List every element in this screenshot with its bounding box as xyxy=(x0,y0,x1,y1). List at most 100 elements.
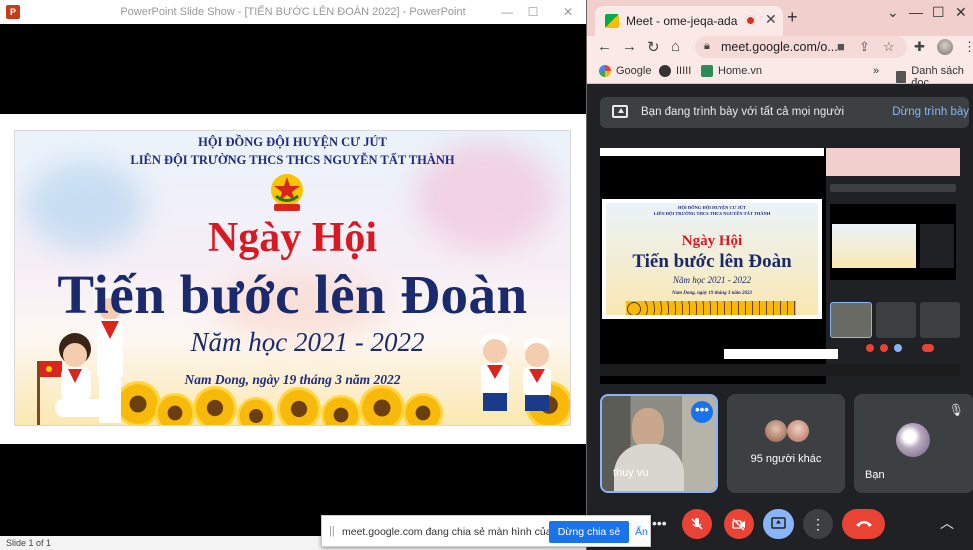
preview-share-notification xyxy=(724,349,838,359)
close-button[interactable]: ✕ xyxy=(548,0,588,24)
participant-tile-self[interactable]: 🎙︎ Bạn xyxy=(854,394,973,493)
more-options-button[interactable]: ⋮ xyxy=(803,509,833,539)
forward-arrow-icon[interactable]: → xyxy=(622,38,637,55)
preview-line-2: LIÊN ĐỘI TRƯỜNG THCS THCS NGUYỄN TẤT THÀ… xyxy=(653,211,771,216)
powerpoint-title-bar[interactable]: P PowerPoint Slide Show - [TIẾN BƯỚC LÊN… xyxy=(0,0,586,24)
globe-icon xyxy=(659,65,671,77)
bookmark-label: IIIII xyxy=(676,65,692,77)
bookmark-label: Danh sách đọc xyxy=(911,65,964,89)
preview-year: Năm học 2021 - 2022 xyxy=(673,275,751,285)
hide-notification-button[interactable]: Ẩn xyxy=(635,526,648,538)
desktop: P PowerPoint Slide Show - [TIẾN BƯỚC LÊN… xyxy=(0,0,973,550)
screen-share-preview: HỘI ĐỒNG ĐỘI HUYỆN CƯ JÚT LIÊN ĐỘI TRƯỜN… xyxy=(600,148,960,384)
home-icon[interactable]: ⌂ xyxy=(671,38,680,55)
preview-taskbar xyxy=(600,364,960,376)
slide-place-date: Nam Dong, ngày 19 tháng 3 năm 2022 xyxy=(184,372,401,387)
recording-indicator-icon xyxy=(745,15,756,26)
back-arrow-icon[interactable]: ← xyxy=(597,38,612,55)
mic-off-icon xyxy=(691,518,703,530)
preview-nested-slide xyxy=(832,224,916,268)
drag-handle-icon[interactable]: || xyxy=(329,525,335,537)
reading-list[interactable]: Danh sách đọc xyxy=(896,65,973,89)
tab-title: Meet - ome-jeqa-ada xyxy=(626,14,738,28)
mic-off-icon: 🎙︎ xyxy=(948,403,964,417)
tab-strip: Meet - ome-jeqa-ada ✕ + ⌄ — ☐ ✕ xyxy=(587,0,973,36)
bookmark-label: Home.vn xyxy=(718,65,763,77)
close-window-icon[interactable]: ✕ xyxy=(955,4,967,21)
preview-tile-2 xyxy=(876,302,916,338)
maximize-button[interactable]: ☐ xyxy=(513,0,553,24)
powerpoint-window: P PowerPoint Slide Show - [TIẾN BƯỚC LÊN… xyxy=(0,0,586,550)
slide-header-line-1: HỘI ĐỒNG ĐỘI HUYỆN CƯ JÚT xyxy=(198,135,387,149)
present-screen-icon xyxy=(771,517,786,529)
lock-icon: 🔒︎ xyxy=(704,40,710,52)
preview-present-button xyxy=(894,344,902,352)
sunflower-decoration xyxy=(277,387,321,425)
more-options-icon[interactable]: ••• xyxy=(691,401,713,423)
reload-icon[interactable]: ↻ xyxy=(647,38,660,56)
sunflower-decoration xyxy=(193,386,237,425)
meet-favicon-icon xyxy=(605,14,619,28)
bookmarks-overflow-button[interactable]: » xyxy=(873,65,879,77)
preview-cam-button xyxy=(880,344,888,352)
share-icon[interactable]: ⇪ xyxy=(859,39,870,55)
bookmarks-bar: Google IIIII Home.vn » Danh sách đọc xyxy=(587,58,973,89)
present-now-button[interactable] xyxy=(763,509,794,539)
preview-mic-button xyxy=(866,344,874,352)
pioneer-badge-icon xyxy=(271,174,303,211)
screen-sharing-notification: || meet.google.com đang chia sẻ màn hình… xyxy=(321,515,651,547)
stop-sharing-button[interactable]: Dừng chia sẻ xyxy=(549,521,629,543)
bookmark-star-icon[interactable]: ☆ xyxy=(883,39,895,55)
participant-tile-others[interactable]: 95 người khác xyxy=(727,394,845,493)
stop-presenting-button[interactable]: Dừng trình bày xyxy=(892,106,969,118)
bookmark-google[interactable]: Google xyxy=(599,65,651,77)
new-tab-button[interactable]: + xyxy=(787,7,798,28)
chrome-window: Meet - ome-jeqa-ada ✕ + ⌄ — ☐ ✕ ← → ↻ ⌂ … xyxy=(586,0,973,550)
tab-close-icon[interactable]: ✕ xyxy=(765,11,777,28)
tab-meet[interactable]: Meet - ome-jeqa-ada ✕ xyxy=(595,6,783,36)
leave-call-button[interactable] xyxy=(842,509,885,539)
sunflower-decoration xyxy=(321,395,361,425)
profile-avatar[interactable] xyxy=(937,39,953,55)
slide-content: HỘI ĐỒNG ĐỘI HUYỆN CƯ JÚT LIÊN ĐỘI TRƯỜN… xyxy=(14,130,571,426)
slide-main-title: Tiến bước lên Đoàn xyxy=(57,264,528,325)
sharing-message: meet.google.com đang chia sẻ màn hình củ… xyxy=(342,526,575,538)
preview-end-button xyxy=(922,344,934,352)
address-bar[interactable]: 🔒︎ meet.google.com/o... ■ ⇪ ☆ xyxy=(695,36,907,58)
camera-toggle-button[interactable] xyxy=(724,509,754,539)
preview-sunflowers xyxy=(626,301,796,315)
participant-head xyxy=(632,408,664,448)
chevron-down-icon[interactable]: ⌄ xyxy=(887,4,899,21)
self-name: Bạn xyxy=(865,469,885,481)
mic-toggle-button[interactable] xyxy=(682,509,712,539)
google-icon xyxy=(599,65,611,77)
present-screen-icon xyxy=(612,105,628,118)
preview-title-bar xyxy=(600,148,824,156)
restore-icon[interactable]: ☐ xyxy=(932,4,945,21)
bookmark-iiiii[interactable]: IIIII xyxy=(659,65,691,77)
preview-place-date: Nam Dong, ngày 19 tháng 3 năm 2022 xyxy=(671,291,752,296)
preview-tile-1 xyxy=(830,302,872,338)
menu-kebab-icon[interactable]: ⋮ xyxy=(963,39,973,55)
preview-chrome-top xyxy=(826,148,960,176)
avatar xyxy=(765,420,787,442)
extensions-puzzle-icon[interactable]: ✚ xyxy=(914,39,925,55)
sunflower-decoration xyxy=(359,385,405,425)
browser-toolbar: ← → ↻ ⌂ 🔒︎ meet.google.com/o... ■ ⇪ ☆ ✚ … xyxy=(587,36,973,58)
camera-off-icon xyxy=(732,518,745,531)
bookmark-home-vn[interactable]: Home.vn xyxy=(701,65,762,77)
preview-line-1: HỘI ĐỒNG ĐỘI HUYỆN CƯ JÚT xyxy=(678,205,746,210)
camera-in-use-icon[interactable]: ■ xyxy=(837,39,845,54)
chevron-up-icon[interactable]: ︿ xyxy=(940,513,954,533)
bookmark-label: Google xyxy=(616,65,652,77)
sunflower-decoration xyxy=(155,393,195,425)
hang-up-icon xyxy=(855,521,872,527)
reading-list-icon xyxy=(896,71,907,83)
preview-slide: HỘI ĐỒNG ĐỘI HUYỆN CƯ JÚT LIÊN ĐỘI TRƯỜN… xyxy=(602,199,822,319)
preview-main-title: Tiến bước lên Đoàn xyxy=(632,251,792,272)
participant-tile-thuy-vu[interactable]: ••• thuy vu xyxy=(600,394,718,493)
minimize-icon[interactable]: — xyxy=(909,4,923,20)
avatar xyxy=(787,420,809,442)
slide-canvas[interactable]: HỘI ĐỒNG ĐỘI HUYỆN CƯ JÚT LIÊN ĐỘI TRƯỜN… xyxy=(0,114,586,444)
meeting-details-icon[interactable]: ••• xyxy=(652,515,667,531)
